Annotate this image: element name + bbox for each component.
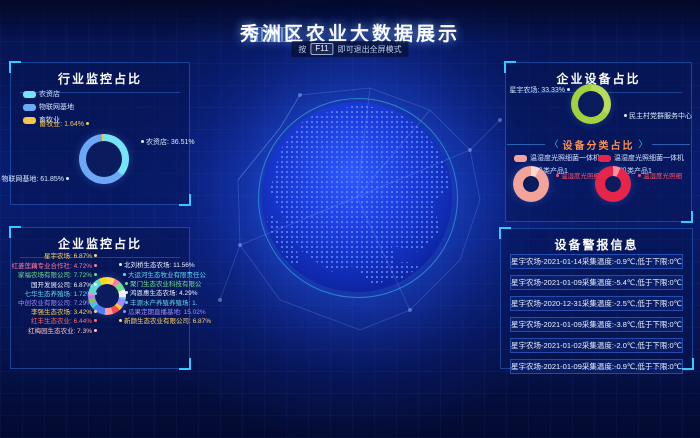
legend-swatch [598, 155, 611, 162]
legend-label: 温湿度光照细菌一体机 [530, 153, 600, 163]
chart-label: 七华生态养殖场: 1.72% [24, 291, 97, 299]
chart-label: 新颜生态农业有限公司: 6.87% [119, 318, 211, 326]
chart-label: 丰源水产养殖养殖场: 1. [125, 300, 198, 308]
chart-label: 大运河生态牧业有限责任公 [123, 272, 206, 280]
chart-label: 中创农业有限公司: 7.29% [18, 300, 97, 308]
chart-label: 聚门生态农业科技有限公 [125, 281, 202, 289]
legend-label: 温湿度光照细菌一体机 [614, 153, 684, 163]
legend-swatch [514, 155, 527, 162]
chart-label: 农资店: 36.51% [141, 139, 195, 147]
subtitle-text: 设备分类占比 [563, 137, 635, 152]
industry-panel: 行业监控占比 农资店 物联网基地 畜牧业 畜牧业: 1.64% 农资店: 36.… [10, 62, 190, 205]
chart-label: 红菱莲藕专业合作社: 4.72% [11, 263, 97, 271]
globe-rim [258, 98, 458, 298]
legend-item[interactable]: 温湿度光照细菌一体机 [598, 153, 684, 163]
hint-prefix: 按 [298, 44, 306, 55]
device-class-subtitle: 〈 设备分类占比 〉 [506, 137, 691, 152]
device-class-donut-2[interactable] [595, 166, 631, 202]
legend-item[interactable]: 物联网基地 [23, 102, 74, 112]
device-panel-title: 企业设备占比 [506, 63, 691, 87]
enterprise-panel: 企业监控占比 星宇农场: 6.87% 红菱莲藕专业合作社: 4.72% 家福农场… [10, 227, 190, 369]
legend-item[interactable]: 温湿度光照细菌一体机 [514, 153, 600, 163]
legend-swatch [23, 117, 36, 124]
industry-panel-title: 行业监控占比 [11, 63, 189, 87]
dashboard: 秀洲区农业大数据展示 按 F11 即可退出全屏模式 行业监 [0, 0, 700, 438]
industry-legend: 农资店 物联网基地 畜牧业 [23, 89, 74, 125]
legend-swatch [23, 91, 36, 98]
legend-label: 农资店 [39, 89, 60, 99]
device-panel: 企业设备占比 星宇农场: 33.33% 民主村党群服务中心 〈 设备分类占比 〉… [505, 62, 692, 222]
chart-label: 北刘桥生态农场: 11.56% [119, 262, 195, 270]
chart-label: 民主村党群服务中心 [624, 113, 692, 121]
chart-label: 鸿恩惠生态农场: 4.29% [125, 290, 198, 298]
legend-swatch [23, 104, 36, 111]
chart-label: 家福农场有限公司: 7.72% [18, 272, 97, 280]
chart-label: 瓜果定期直播基地: 15.02% [123, 309, 206, 317]
decor-line [652, 144, 690, 145]
legend-label: 物联网基地 [39, 102, 74, 112]
chart-label: 红梅园生态农业: 7.3% [28, 328, 97, 336]
chart-label: 红丰生态农业: 6.44% [31, 318, 97, 326]
chart-label: 李强生态农场: 3.42% [31, 309, 97, 317]
alarm-row: 星宇农场-2021-01-02采集温度:-2.0℃,低于下限:0℃ [510, 338, 683, 353]
alarm-panel-title: 设备警报信息 [501, 229, 692, 253]
chart-label: 星宇农场: 6.87% [44, 253, 97, 261]
device-class-donut-1[interactable] [513, 166, 549, 202]
f11-key-badge: F11 [310, 43, 333, 55]
hint-suffix: 即可退出全屏模式 [338, 44, 402, 55]
device-donut-chart[interactable] [571, 84, 611, 124]
alarm-row: 星宇农场-2021-01-09采集温度:-3.8℃,低于下限:0℃ [510, 317, 683, 332]
bracket-left: 〈 [549, 140, 558, 149]
decor-line [507, 144, 545, 145]
chart-label: 物联网基地: 61.85% [1, 176, 69, 184]
alarm-panel: 设备警报信息 星宇农场-2021-01-14采集温度:-0.9℃,低于下限:0℃… [500, 228, 693, 369]
industry-donut-chart[interactable] [79, 134, 129, 184]
alarm-list: 星宇农场-2021-01-14采集温度:-0.9℃,低于下限:0℃ 星宇农场-2… [510, 254, 683, 374]
chart-label: 国开发展公司: 6.87% [31, 282, 97, 290]
alarm-row: 星宇农场-2021-01-09采集温度:-5.4℃,低于下限:0℃ [510, 275, 683, 290]
enterprise-panel-title: 企业监控占比 [11, 228, 189, 252]
legend-item[interactable]: 农资店 [23, 89, 74, 99]
alarm-row: 星宇农场-2021-01-09采集温度:-0.9℃,低于下限:0℃ [510, 359, 683, 374]
chart-label: 星宇农场: 33.33% [509, 87, 570, 95]
fullscreen-hint: 按 F11 即可退出全屏模式 [291, 41, 408, 57]
chart-label: 畜牧业: 1.64% [39, 121, 89, 129]
bracket-right: 〉 [639, 140, 648, 149]
chart-label: 温湿度光照细 [638, 173, 682, 181]
alarm-row: 星宇农场-2020-12-31采集温度:-2.5℃,低于下限:0℃ [510, 296, 683, 311]
alarm-row: 星宇农场-2021-01-14采集温度:-0.9℃,低于下限:0℃ [510, 254, 683, 269]
